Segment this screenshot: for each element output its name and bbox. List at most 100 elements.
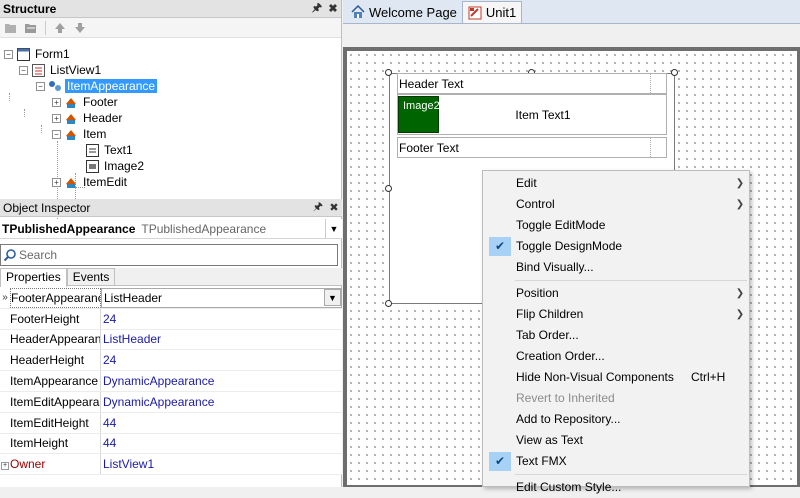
image-object[interactable]: Image2: [398, 96, 440, 133]
checkmark-icon: ✔: [489, 236, 511, 256]
menu-item-edit[interactable]: Edit ❯: [484, 173, 749, 194]
menu-item-add-to-repository[interactable]: Add to Repository...: [484, 409, 749, 430]
menu-item-bind-visually[interactable]: Bind Visually...: [484, 257, 749, 278]
menu-item-toggle-editmode[interactable]: Toggle EditMode: [484, 215, 749, 236]
tab-properties[interactable]: Properties: [0, 268, 67, 287]
tab-welcome-page[interactable]: Welcome Page: [346, 1, 462, 23]
property-row[interactable]: HeaderHeight 24: [0, 350, 342, 372]
menu-item-flip-children[interactable]: Flip Children ❯: [484, 304, 749, 325]
structure-toolbar: [0, 18, 341, 38]
menu-item-hide-non-visual[interactable]: Hide Non-Visual Components Ctrl+H: [484, 367, 749, 388]
listview-header-row[interactable]: Header Text: [397, 73, 667, 94]
property-row[interactable]: + Owner ListView1: [0, 454, 342, 476]
object-name: TPublishedAppearance: [2, 221, 136, 236]
left-pane: Structure 🖈 ✖ − Form1 − ListView1 − Item…: [0, 0, 342, 487]
menu-item-label: Toggle EditMode: [516, 218, 606, 233]
chevron-right-icon: ❯: [735, 287, 745, 299]
menu-item-label: Edit Custom Style...: [516, 480, 622, 495]
menu-item-tab-order[interactable]: Tab Order...: [484, 325, 749, 346]
menu-item-label: Control: [516, 197, 555, 212]
search-input[interactable]: [19, 248, 337, 262]
property-name: Owner: [10, 454, 101, 475]
tree-node-itemedit[interactable]: + ItemEdit: [52, 174, 129, 190]
property-name: ItemEditHeight: [10, 412, 101, 433]
chevron-right-icon: ❯: [735, 177, 745, 189]
tree-node-label: Item: [83, 127, 107, 141]
resize-handle[interactable]: [385, 185, 392, 192]
menu-item-position[interactable]: Position ❯: [484, 283, 749, 304]
property-name: HeaderHeight: [10, 350, 101, 371]
object-inspector-title-bar: Object Inspector 🖈 ✖: [0, 199, 342, 217]
menu-item-shortcut: Ctrl+H: [691, 370, 726, 385]
listview-footer-row[interactable]: Footer Text: [397, 137, 667, 158]
menu-item-edit-custom-style[interactable]: Edit Custom Style...: [484, 477, 749, 498]
tree-node-item[interactable]: − Item: [52, 126, 108, 142]
property-row[interactable]: » FooterAppearance ListHeader ▼: [0, 288, 342, 309]
tree-node-listview1[interactable]: − ListView1: [19, 62, 103, 78]
property-value[interactable]: DynamicAppearance: [101, 371, 342, 391]
close-icon[interactable]: ✖: [326, 201, 342, 214]
property-name: ItemEditAppearance: [10, 391, 101, 412]
arrow-down-icon[interactable]: [72, 20, 88, 36]
document-tab-bar: Welcome Page Unit1: [343, 0, 800, 24]
folder-open-icon[interactable]: [3, 20, 19, 36]
property-row[interactable]: ItemEditAppearance DynamicAppearance: [0, 391, 342, 413]
collapse-icon[interactable]: −: [36, 81, 45, 91]
property-value[interactable]: 44: [101, 413, 342, 433]
chevron-down-icon[interactable]: ▼: [325, 219, 342, 238]
tree-node-text1[interactable]: Text1: [85, 142, 135, 158]
tree-node-footer[interactable]: + Footer: [52, 94, 120, 110]
property-row[interactable]: ItemEditHeight 44: [0, 412, 342, 434]
menu-item-label: Position: [516, 286, 559, 301]
property-row[interactable]: HeaderAppearance ListHeader: [0, 329, 342, 351]
tree-node-itemappearance[interactable]: − ItemAppearance: [36, 78, 158, 94]
expand-icon[interactable]: +: [52, 113, 61, 123]
menu-item-text-fmx[interactable]: ✔ Text FMX: [484, 451, 749, 472]
collapse-icon[interactable]: −: [52, 129, 61, 139]
property-value[interactable]: DynamicAppearance: [101, 392, 342, 412]
close-icon[interactable]: ✖: [325, 2, 341, 15]
tree-node-image2[interactable]: Image2: [85, 158, 146, 174]
tab-events[interactable]: Events: [66, 268, 116, 285]
tree-node-form1[interactable]: − Form1: [4, 46, 72, 62]
property-value[interactable]: 44: [101, 434, 342, 454]
menu-item-toggle-designmode[interactable]: ✔ Toggle DesignMode: [484, 236, 749, 257]
image-object-icon: [85, 159, 99, 173]
property-value[interactable]: ListHeader: [101, 330, 342, 350]
property-row[interactable]: ItemHeight 44: [0, 433, 342, 455]
menu-item-label: Text FMX: [516, 454, 567, 469]
expand-icon[interactable]: +: [52, 177, 61, 187]
menu-item-control[interactable]: Control ❯: [484, 194, 749, 215]
resize-handle[interactable]: [671, 69, 678, 76]
resize-handle[interactable]: [385, 69, 392, 76]
property-value[interactable]: 24: [101, 350, 342, 370]
expand-icon[interactable]: +: [0, 459, 10, 470]
header-text: Header Text: [399, 76, 464, 91]
chevron-down-icon[interactable]: ▼: [324, 289, 341, 307]
pin-icon[interactable]: 🖈: [309, 0, 325, 18]
collapse-icon[interactable]: −: [4, 49, 13, 59]
menu-item-label: Creation Order...: [516, 349, 605, 364]
property-value-field[interactable]: ListHeader ▼: [101, 288, 342, 308]
property-row[interactable]: FooterHeight 24: [0, 308, 342, 330]
property-row[interactable]: ItemAppearance DynamicAppearance: [0, 371, 342, 392]
property-value[interactable]: 24: [101, 309, 342, 329]
tab-unit1[interactable]: Unit1: [461, 1, 523, 23]
pin-icon[interactable]: 🖈: [310, 198, 326, 217]
menu-separator: [515, 280, 747, 281]
tree-node-header[interactable]: + Header: [52, 110, 124, 126]
search-box[interactable]: [0, 244, 338, 266]
arrow-up-icon[interactable]: [52, 20, 68, 36]
object-selector[interactable]: TPublishedAppearance TPublishedAppearanc…: [0, 219, 342, 239]
menu-item-creation-order[interactable]: Creation Order...: [484, 346, 749, 367]
menu-item-view-as-text[interactable]: View as Text: [484, 430, 749, 451]
resize-handle[interactable]: [385, 300, 392, 307]
folder-close-icon[interactable]: [23, 20, 39, 36]
current-row-icon: »: [2, 292, 8, 304]
property-value[interactable]: ListView1: [101, 454, 342, 474]
unit-icon: [468, 6, 482, 20]
menu-item-revert-to-inherited: Revert to Inherited: [484, 388, 749, 409]
home-icon: [351, 5, 365, 19]
collapse-icon[interactable]: −: [19, 65, 28, 75]
expand-icon[interactable]: +: [52, 97, 61, 107]
